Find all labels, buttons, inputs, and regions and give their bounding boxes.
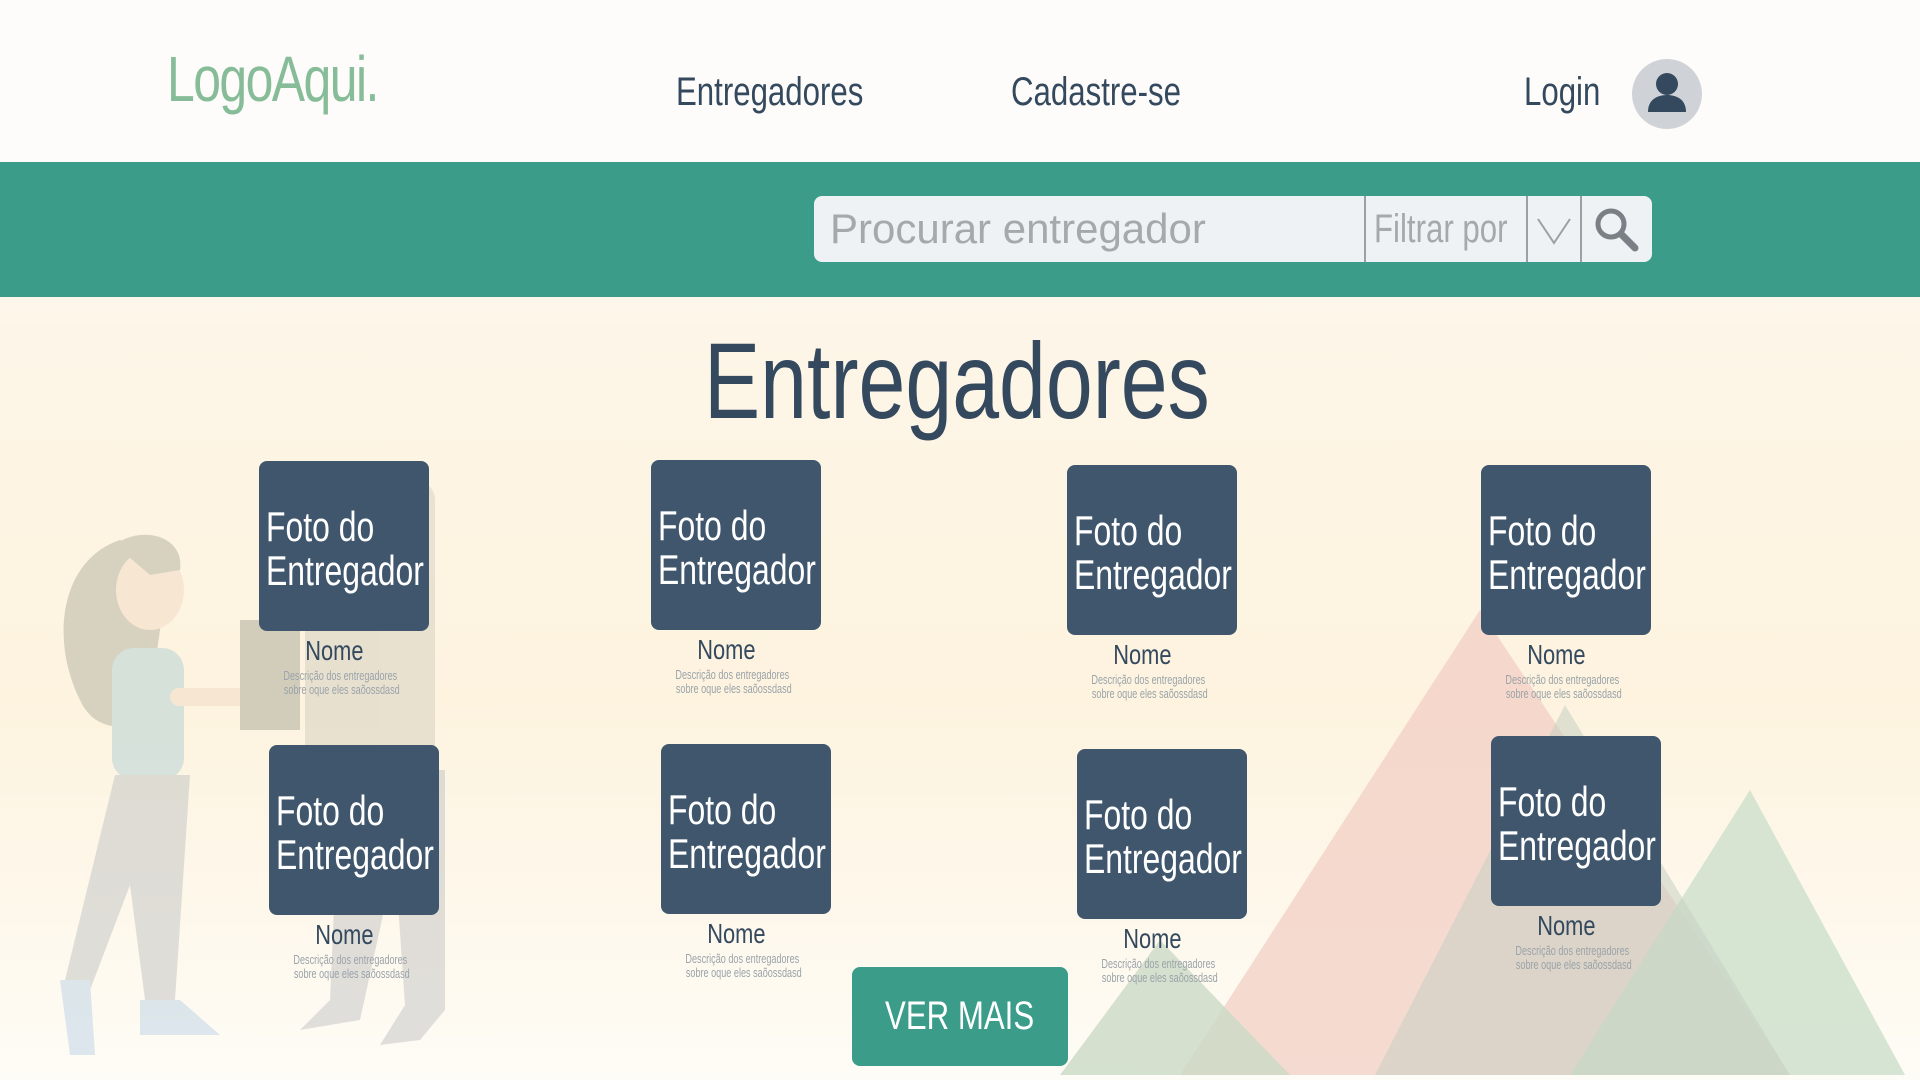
courier-description: Descrição dos entregadores sobre oque ele…	[1491, 944, 1641, 972]
courier-card[interactable]: Foto do Entregador Nome Descrição dos ent…	[661, 744, 841, 980]
logo[interactable]: LogoAqui.	[167, 42, 437, 116]
courier-name: Nome	[651, 634, 801, 666]
login-link[interactable]: Login	[1524, 70, 1622, 115]
search-icon	[1595, 208, 1639, 252]
desc-line1: Descrição dos entregadores	[1505, 672, 1620, 687]
ver-mais-button[interactable]: VER MAIS	[852, 967, 1068, 1066]
chevron-down-icon	[1537, 218, 1571, 245]
photo-line2: Entregador	[266, 547, 424, 594]
search-bar: Filtrar por	[814, 196, 1652, 262]
courier-photo[interactable]: Foto do Entregador	[651, 460, 821, 630]
search-input[interactable]	[814, 196, 1364, 262]
courier-name: Nome	[1067, 639, 1217, 671]
courier-name: Nome	[1077, 923, 1227, 955]
courier-description: Descrição dos entregadores sobre oque ele…	[259, 669, 409, 697]
photo-line1: Foto do	[266, 503, 375, 550]
nav-link-entregadores-label: Entregadores	[676, 70, 864, 114]
courier-description: Descrição dos entregadores sobre oque ele…	[1481, 673, 1631, 701]
filter-dropdown-toggle[interactable]	[1528, 196, 1580, 262]
courier-name-text: Nome	[1536, 910, 1596, 941]
courier-name: Nome	[259, 635, 409, 667]
photo-line1: Foto do	[668, 786, 777, 833]
courier-photo[interactable]: Foto do Entregador	[259, 461, 429, 631]
page-title-text: Entregadores	[704, 320, 1210, 441]
courier-name: Nome	[269, 919, 419, 951]
courier-card[interactable]: Foto do Entregador Nome Descrição dos ent…	[259, 461, 439, 697]
photo-line1: Foto do	[1488, 507, 1597, 554]
photo-line2: Entregador	[1498, 822, 1656, 869]
desc-line1: Descrição dos entregadores	[1101, 956, 1216, 971]
photo-line2: Entregador	[658, 546, 816, 593]
courier-card[interactable]: Foto do Entregador Nome Descrição dos ent…	[269, 745, 449, 981]
top-navigation-bar: LogoAqui. Entregadores Cadastre-se Login	[0, 0, 1920, 162]
logo-text: LogoAqui.	[167, 43, 379, 115]
ver-mais-button-label: VER MAIS	[885, 994, 1035, 1038]
desc-line2: sobre oque eles saõossdasd	[293, 966, 410, 981]
nav-link-cadastre-se[interactable]: Cadastre-se	[1011, 70, 1229, 115]
photo-line2: Entregador	[1084, 835, 1242, 882]
courier-name-text: Nome	[706, 918, 766, 949]
courier-card[interactable]: Foto do Entregador Nome Descrição dos ent…	[1481, 465, 1661, 701]
photo-line2: Entregador	[668, 830, 826, 877]
filter-dropdown-label: Filtrar por	[1374, 206, 1508, 251]
photo-line1: Foto do	[1074, 507, 1183, 554]
courier-description: Descrição dos entregadores sobre oque ele…	[661, 952, 811, 980]
photo-line1: Foto do	[1498, 778, 1607, 825]
filter-dropdown[interactable]: Filtrar por	[1366, 196, 1526, 262]
nav-link-cadastre-se-label: Cadastre-se	[1011, 70, 1181, 114]
desc-line1: Descrição dos entregadores	[675, 667, 790, 682]
page-title: Entregadores	[704, 318, 1352, 443]
courier-photo[interactable]: Foto do Entregador	[1481, 465, 1651, 635]
courier-description: Descrição dos entregadores sobre oque ele…	[269, 953, 419, 981]
courier-name: Nome	[661, 918, 811, 950]
user-icon	[1648, 73, 1686, 112]
courier-description: Descrição dos entregadores sobre oque ele…	[1077, 957, 1227, 985]
desc-line1: Descrição dos entregadores	[283, 668, 398, 683]
nav-link-entregadores[interactable]: Entregadores	[676, 70, 916, 115]
photo-line1: Foto do	[1084, 791, 1193, 838]
desc-line2: sobre oque eles saõossdasd	[1515, 957, 1632, 972]
user-avatar-button[interactable]	[1632, 59, 1702, 129]
photo-line2: Entregador	[1074, 551, 1232, 598]
desc-line2: sobre oque eles saõossdasd	[1505, 686, 1622, 701]
courier-name-text: Nome	[304, 635, 364, 666]
login-link-label: Login	[1524, 70, 1601, 114]
courier-photo[interactable]: Foto do Entregador	[269, 745, 439, 915]
desc-line1: Descrição dos entregadores	[1515, 943, 1630, 958]
courier-card[interactable]: Foto do Entregador Nome Descrição dos ent…	[1491, 736, 1671, 972]
desc-line1: Descrição dos entregadores	[1091, 672, 1206, 687]
courier-name: Nome	[1481, 639, 1631, 671]
courier-name-text: Nome	[696, 634, 756, 665]
desc-line1: Descrição dos entregadores	[685, 951, 800, 966]
desc-line2: sobre oque eles saõossdasd	[283, 682, 400, 697]
courier-photo[interactable]: Foto do Entregador	[1491, 736, 1661, 906]
courier-card[interactable]: Foto do Entregador Nome Descrição dos ent…	[1067, 465, 1247, 701]
courier-photo[interactable]: Foto do Entregador	[661, 744, 831, 914]
courier-name: Nome	[1491, 910, 1641, 942]
photo-line1: Foto do	[276, 787, 385, 834]
photo-line1: Foto do	[658, 502, 767, 549]
courier-name-text: Nome	[1122, 923, 1182, 954]
photo-line2: Entregador	[1488, 551, 1646, 598]
courier-name-text: Nome	[314, 919, 374, 950]
desc-line2: sobre oque eles saõossdasd	[675, 681, 792, 696]
courier-description: Descrição dos entregadores sobre oque ele…	[651, 668, 801, 696]
courier-name-text: Nome	[1526, 639, 1586, 670]
desc-line2: sobre oque eles saõossdasd	[1101, 970, 1218, 985]
desc-line2: sobre oque eles saõossdasd	[1091, 686, 1208, 701]
desc-line2: sobre oque eles saõossdasd	[685, 965, 802, 980]
courier-card[interactable]: Foto do Entregador Nome Descrição dos ent…	[1077, 749, 1257, 985]
photo-line2: Entregador	[276, 831, 434, 878]
courier-description: Descrição dos entregadores sobre oque ele…	[1067, 673, 1217, 701]
courier-card[interactable]: Foto do Entregador Nome Descrição dos ent…	[651, 460, 831, 696]
courier-photo[interactable]: Foto do Entregador	[1077, 749, 1247, 919]
desc-line1: Descrição dos entregadores	[293, 952, 408, 967]
search-button[interactable]	[1582, 196, 1650, 262]
courier-photo[interactable]: Foto do Entregador	[1067, 465, 1237, 635]
courier-name-text: Nome	[1112, 639, 1172, 670]
